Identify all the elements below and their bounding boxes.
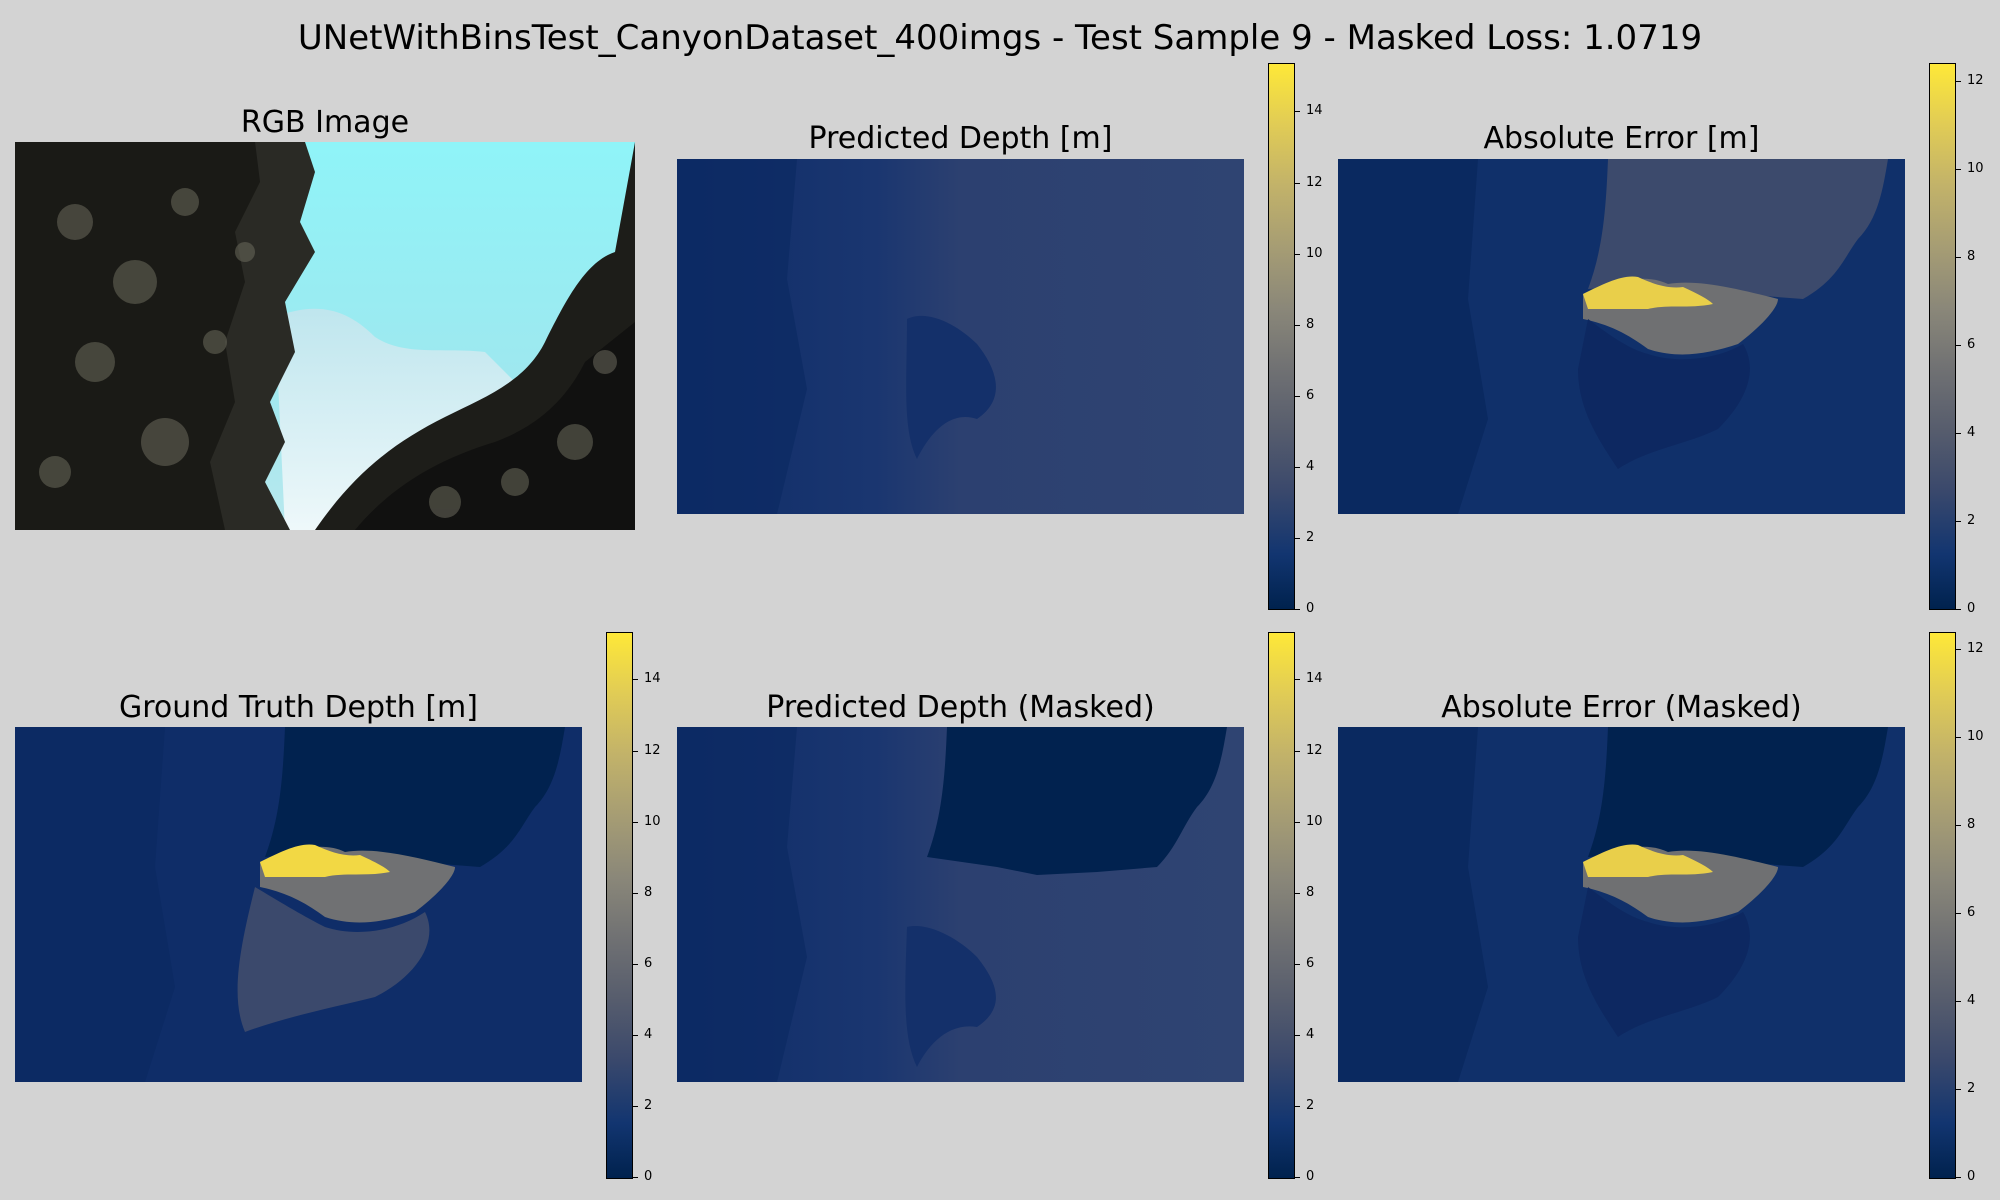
colorbar-tick: 8 [1955,817,1976,832]
colorbar-tick: 2 [1294,530,1315,545]
predicted-depth-masked-map [677,727,1244,1082]
absolute-error-title: Absolute Error [m] [1483,121,1760,156]
colorbar-tick: 14 [1295,103,1323,118]
colorbar-tick: 14 [1295,671,1323,686]
predicted-depth-title: Predicted Depth [m] [808,121,1113,156]
colorbar-tick: 6 [1955,337,1976,352]
colorbar-tick: 4 [632,1027,653,1042]
colorbar-tick: 8 [1955,249,1976,264]
error-colorbar-top [1929,63,1956,610]
absolute-error-masked-map [1338,727,1905,1082]
absolute-error-masked-title: Absolute Error (Masked) [1441,690,1802,725]
colorbar-tick: 12 [1295,743,1323,758]
colorbar-tick: 0 [1294,601,1315,616]
colorbar-tick: 0 [1294,1169,1315,1184]
error-colorbar-masked [1929,632,1956,1179]
colorbar-tick: 0 [1955,601,1976,616]
colorbar-tick: 8 [632,885,653,900]
figure-title: UNetWithBinsTest_CanyonDataset_400imgs -… [297,18,1703,58]
colorbar-tick: 4 [1955,425,1976,440]
colorbar-tick: 10 [1956,729,1984,744]
colorbar-tick: 2 [632,1098,653,1113]
colorbar-tick: 12 [633,743,661,758]
colorbar-tick: 12 [1956,73,1984,88]
colorbar-tick: 10 [633,814,661,829]
colorbar-tick: 4 [1294,1027,1315,1042]
colorbar-tick: 4 [1955,993,1976,1008]
predicted-depth-map [677,159,1244,514]
absolute-error-map [1338,159,1905,514]
colorbar-tick: 6 [1955,905,1976,920]
colorbar-tick: 4 [1294,459,1315,474]
ground-truth-depth-title: Ground Truth Depth [m] [118,690,478,725]
colorbar-tick: 2 [1294,1098,1315,1113]
ground-truth-depth-map [15,727,582,1082]
colorbar-tick: 6 [1294,956,1315,971]
colorbar-tick: 10 [1956,161,1984,176]
rgb-image-title: RGB Image [240,105,410,140]
rgb-image [15,142,635,530]
depth-colorbar-masked [1268,632,1295,1179]
colorbar-tick: 14 [633,671,661,686]
colorbar-tick: 12 [1956,641,1984,656]
colorbar-tick: 2 [1955,513,1976,528]
colorbar-tick: 2 [1955,1081,1976,1096]
colorbar-tick: 8 [1294,317,1315,332]
colorbar-tick: 12 [1295,175,1323,190]
colorbar-tick: 8 [1294,885,1315,900]
colorbar-tick: 10 [1295,814,1323,829]
depth-colorbar-gt [606,632,633,1179]
colorbar-tick: 0 [1955,1169,1976,1184]
depth-colorbar-top [1268,63,1295,610]
colorbar-tick: 0 [632,1169,653,1184]
colorbar-tick: 10 [1295,246,1323,261]
colorbar-tick: 6 [632,956,653,971]
colorbar-tick: 6 [1294,388,1315,403]
predicted-depth-masked-title: Predicted Depth (Masked) [766,690,1155,725]
